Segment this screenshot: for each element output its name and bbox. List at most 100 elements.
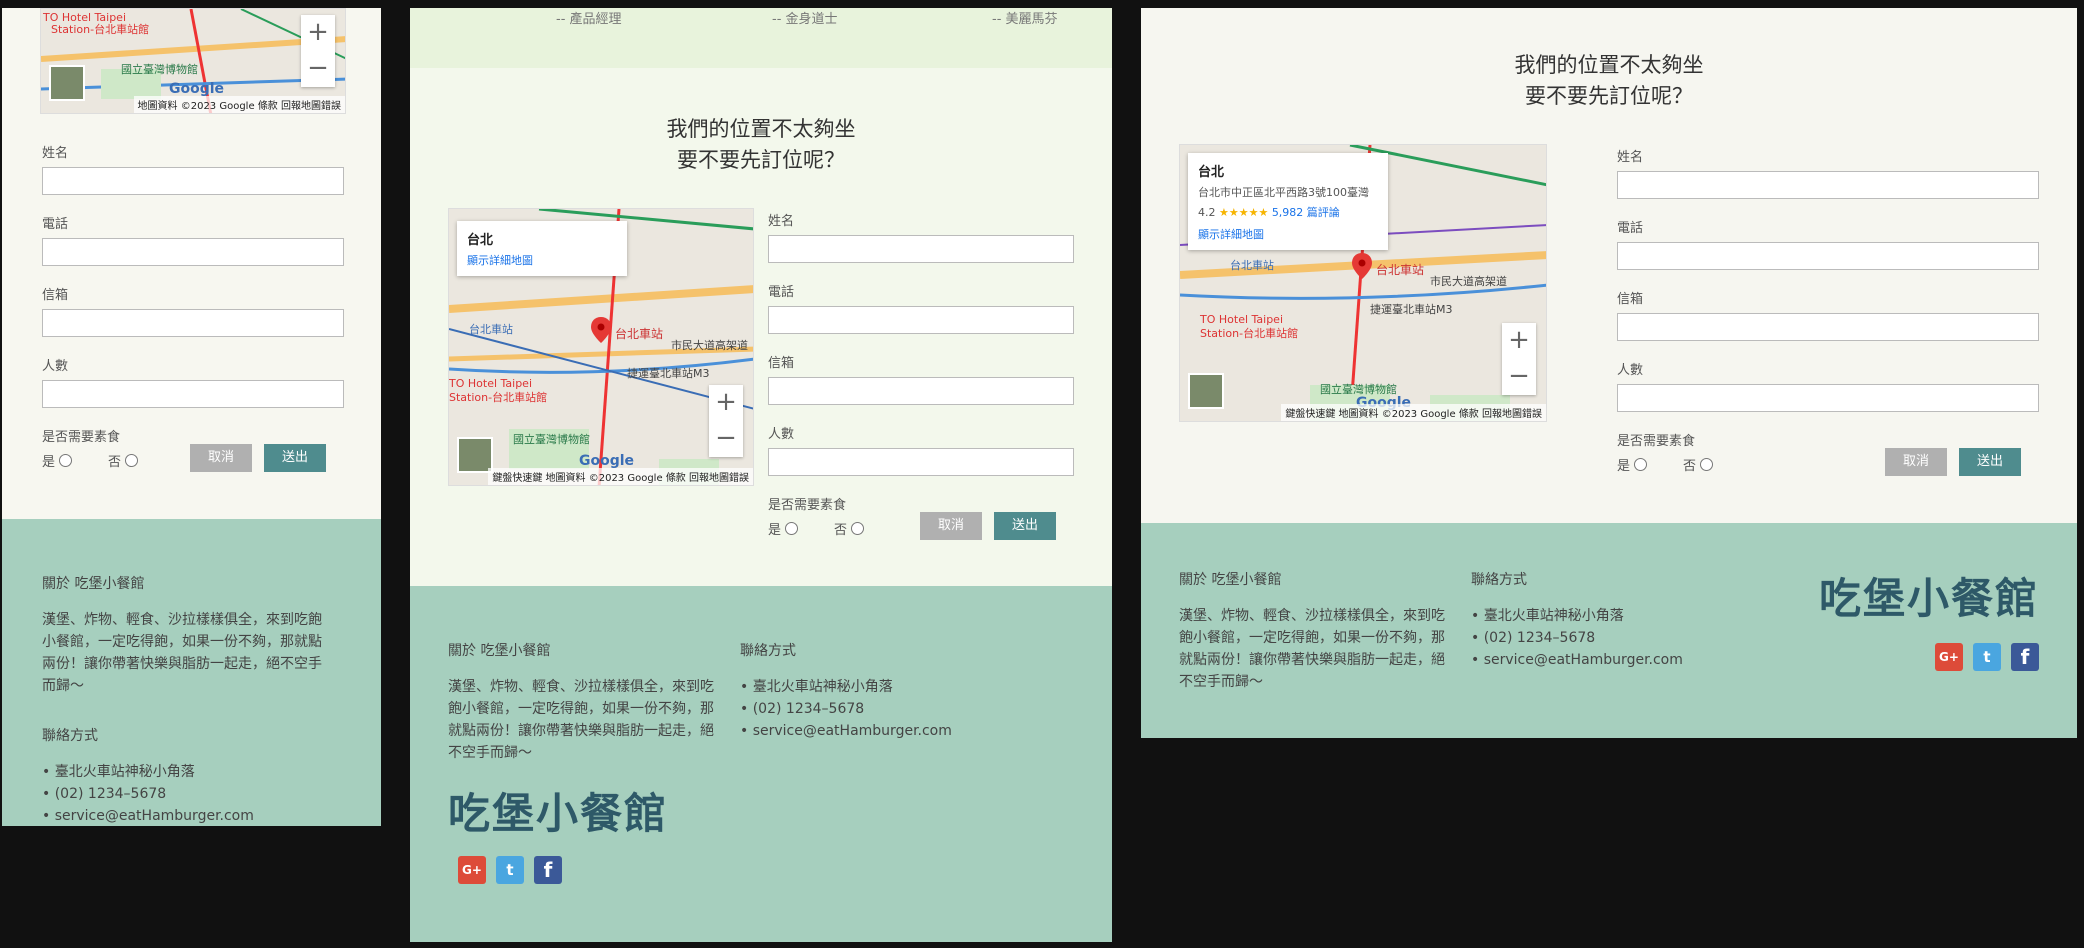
email-label: 信箱 <box>768 356 795 371</box>
tablet-view-panel: -- 產品經理 -- 金身道士 -- 美麗馬芬 我們的位置不太夠坐 要不要先訂位… <box>410 8 1112 942</box>
twitter-icon[interactable]: t <box>496 856 524 884</box>
map-label-mrt: 台北車站 <box>469 323 513 336</box>
yes-radio[interactable] <box>1634 458 1648 471</box>
mobile-view-panel: TO Hotel Taipei Station-台北車站館 國立臺灣博物館 Go… <box>2 8 381 826</box>
name-field[interactable] <box>42 167 344 195</box>
contact-email[interactable]: service@eatHamburger.com <box>42 805 341 826</box>
name-field[interactable] <box>1617 171 2039 199</box>
heading-line-2: 要不要先訂位呢？ <box>677 148 845 172</box>
reservation-heading: 我們的位置不太夠坐 要不要先訂位呢？ <box>1141 50 2077 112</box>
map-report-link[interactable]: 回報地圖錯誤 <box>281 101 341 112</box>
zoom-out-button[interactable]: − <box>1502 359 1536 395</box>
footer: 關於 吃堡小餐館 漢堡、炸物、輕食、沙拉樣樣俱全，來到吃飽小餐館，一定吃得飽，如… <box>2 519 381 826</box>
contact-email[interactable]: service@eatHamburger.com <box>1471 649 1731 671</box>
people-label: 人數 <box>1617 363 1644 378</box>
vegetarian-label: 是否需要素食 <box>42 430 121 445</box>
map-report-link[interactable]: 回報地圖錯誤 <box>689 473 749 484</box>
people-field[interactable] <box>768 448 1074 476</box>
phone-label: 電話 <box>768 285 795 300</box>
contact-address: 臺北火車站神秘小角落 <box>42 761 341 783</box>
map-attribution: 鍵盤快速鍵 地圖資料 ©2023 Google 條款 回報地圖錯誤 <box>1281 404 1546 421</box>
contact-phone: (02) 1234–5678 <box>42 783 341 805</box>
submit-button[interactable]: 送出 <box>994 512 1057 540</box>
map-attribution-text: 地圖資料 ©2023 Google <box>545 473 663 484</box>
map-satellite-thumbnail[interactable] <box>1188 373 1224 409</box>
name-field[interactable] <box>768 235 1074 263</box>
zoom-in-button[interactable]: + <box>1502 323 1536 359</box>
no-radio[interactable] <box>125 454 139 467</box>
zoom-in-button[interactable]: + <box>709 385 743 421</box>
view-larger-map-link[interactable]: 顯示詳細地圖 <box>467 252 617 268</box>
facebook-icon[interactable]: f <box>534 856 562 884</box>
footer: 關於 吃堡小餐館 漢堡、炸物、輕食、沙拉樣樣俱全，來到吃飽小餐館，一定吃得飽，如… <box>1141 523 2077 738</box>
heading-line-1: 我們的位置不太夠坐 <box>666 117 856 141</box>
heading-line-2: 要不要先訂位呢？ <box>1525 84 1693 108</box>
facebook-icon[interactable]: f <box>2011 643 2039 671</box>
cancel-button[interactable]: 取消 <box>190 444 253 472</box>
reviews-link[interactable]: 5,982 篇評論 <box>1272 206 1340 219</box>
map[interactable]: TO Hotel Taipei Station-台北車站館 國立臺灣博物館 Go… <box>40 8 346 114</box>
map-satellite-thumbnail[interactable] <box>49 65 85 101</box>
cancel-button[interactable]: 取消 <box>1885 448 1948 476</box>
no-radio[interactable] <box>1700 458 1714 471</box>
zoom-out-button[interactable]: − <box>301 51 335 87</box>
google-plus-icon[interactable]: G+ <box>458 856 486 884</box>
footer-about: 關於 吃堡小餐館 漢堡、炸物、輕食、沙拉樣樣俱全，來到吃飽小餐館，一定吃得飽，如… <box>1179 569 1449 693</box>
map-label-road: 市民大道高架道 <box>671 339 748 352</box>
map-label-metro: 捷運臺北車站M3 <box>627 367 710 380</box>
footer-contact: 聯絡方式 臺北火車站神秘小角落 (02) 1234–5678 service@e… <box>1471 569 1731 671</box>
phone-label: 電話 <box>42 217 69 232</box>
submit-button[interactable]: 送出 <box>264 444 327 472</box>
map-terms-link[interactable]: 條款 <box>258 101 278 112</box>
cancel-button[interactable]: 取消 <box>920 512 983 540</box>
twitter-icon[interactable]: t <box>1973 643 2001 671</box>
vegetarian-label: 是否需要素食 <box>1617 434 1696 449</box>
about-title: 關於 吃堡小餐館 <box>448 643 551 659</box>
zoom-out-button[interactable]: − <box>709 421 743 457</box>
map[interactable]: 台北 顯示詳細地圖 台北車站 台北車站 捷運臺北車站M3 市民大道高架道 TO … <box>448 208 754 486</box>
map[interactable]: 台北 台北市中正區北平西路3號100臺灣 4.2 ★★★★★ 5,982 篇評論… <box>1179 144 1547 422</box>
map-attribution-text: 地圖資料 ©2023 Google <box>137 101 255 112</box>
map-label-station: 台北車站 <box>615 327 664 341</box>
phone-field[interactable] <box>768 306 1074 334</box>
testimonial-author-3: -- 美麗馬芬 <box>992 12 1058 27</box>
contact-email[interactable]: service@eatHamburger.com <box>740 720 1040 742</box>
name-label: 姓名 <box>42 146 69 161</box>
map-terms-link[interactable]: 條款 <box>1459 409 1479 420</box>
map-pin-icon[interactable] <box>1352 253 1372 279</box>
phone-field[interactable] <box>1617 242 2039 270</box>
map-pin-icon[interactable] <box>591 317 611 343</box>
view-larger-map-link[interactable]: 顯示詳細地圖 <box>1198 226 1378 242</box>
yes-label: 是 <box>42 455 56 470</box>
map-label-museum: 國立臺灣博物館 <box>513 433 590 446</box>
map-zoom-control: + − <box>709 385 743 457</box>
yes-radio[interactable] <box>785 522 799 535</box>
map-label-metro: 捷運臺北車站M3 <box>1370 303 1453 316</box>
map-report-link[interactable]: 回報地圖錯誤 <box>1482 409 1542 420</box>
keyboard-shortcuts-link[interactable]: 鍵盤快速鍵 <box>1285 409 1335 420</box>
map-label-museum: 國立臺灣博物館 <box>121 63 198 76</box>
no-radio[interactable] <box>851 522 865 535</box>
zoom-in-button[interactable]: + <box>301 15 335 51</box>
people-field[interactable] <box>42 380 344 408</box>
people-field[interactable] <box>1617 384 2039 412</box>
map-terms-link[interactable]: 條款 <box>666 473 686 484</box>
email-field[interactable] <box>768 377 1074 405</box>
social-links: G+ t f <box>458 856 562 884</box>
email-field[interactable] <box>42 309 344 337</box>
map-attribution: 鍵盤快速鍵 地圖資料 ©2023 Google 條款 回報地圖錯誤 <box>488 468 753 485</box>
testimonial-author-1: -- 產品經理 <box>556 12 622 27</box>
map-attribution-text: 地圖資料 ©2023 Google <box>1338 409 1456 420</box>
yes-label: 是 <box>1617 459 1631 474</box>
yes-radio[interactable] <box>59 454 73 467</box>
about-title: 關於 吃堡小餐館 <box>42 576 145 592</box>
brand-logo: 吃堡小餐館 <box>1818 574 2039 623</box>
email-field[interactable] <box>1617 313 2039 341</box>
submit-button[interactable]: 送出 <box>1959 448 2022 476</box>
keyboard-shortcuts-link[interactable]: 鍵盤快速鍵 <box>492 473 542 484</box>
footer-about: 關於 吃堡小餐館 漢堡、炸物、輕食、沙拉樣樣俱全，來到吃飽小餐館，一定吃得飽，如… <box>448 640 718 764</box>
google-plus-icon[interactable]: G+ <box>1935 643 1963 671</box>
phone-field[interactable] <box>42 238 344 266</box>
place-title: 台北 <box>467 233 494 248</box>
reservation-form: 姓名 電話 信箱 人數 是否需要素食 是 否 <box>768 210 1074 538</box>
